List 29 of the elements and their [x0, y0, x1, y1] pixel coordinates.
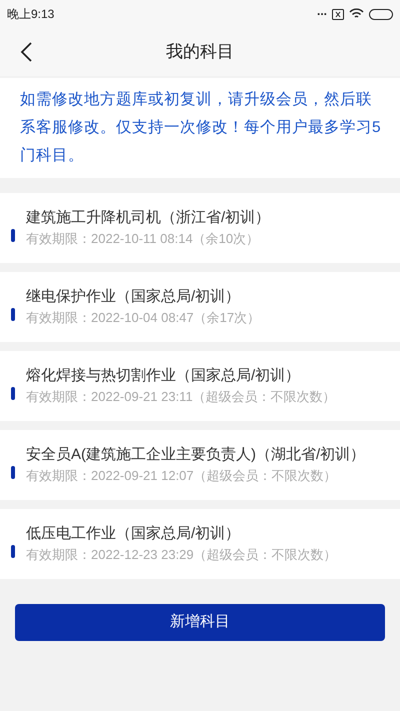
validity-text: 有效期限：2022-10-11 08:14（余10次） [26, 230, 260, 248]
validity-text: 有效期限：2022-09-21 12:07（超级会员：不限次数） [26, 467, 338, 485]
subject-item[interactable]: 熔化焊接与热切割作业（国家总局/初训） 有效期限：2022-09-21 23:11（超级会员：不限次数） [0, 351, 400, 421]
marker-bar [11, 466, 15, 478]
subject-item[interactable]: 安全员A(建筑施工企业主要负责人)（湖北省/初训） 有效期限：2022-09-21 12:07（超级会员：不限次数） [0, 430, 400, 500]
marker-bar [11, 308, 15, 320]
subject-item[interactable]: 继电保护作业（国家总局/初训） 有效期限：2022-10-04 08:47（余17次） [0, 272, 400, 342]
more-indicator: ... [316, 5, 327, 17]
subject-item[interactable]: 低压电工作业（国家总局/初训） 有效期限：2022-12-23 23:29（超级会员：不限次数） [0, 509, 400, 579]
subject-item[interactable]: 建筑施工升降机司机（浙江省/初训） 有效期限：2022-10-11 08:14（余10次） [0, 193, 400, 263]
subject-title: 继电保护作业（国家总局/初训） [26, 287, 242, 307]
marker-bar [11, 386, 15, 400]
subject-title: 熔化焊接与热切割作业（国家总局/初训） [26, 366, 302, 386]
validity-text: 有效期限：2022-12-23 23:29（超级会员：不限次数） [26, 546, 337, 564]
page-title: 我的科目 [166, 41, 234, 64]
validity-text: 有效期限：2022-10-04 08:47（余17次） [26, 309, 260, 327]
sim-off-icon [332, 8, 344, 20]
validity-text: 有效期限：2022-09-21 23:11（超级会员：不限次数） [26, 388, 336, 406]
subject-title: 安全员A(建筑施工企业主要负责人)（湖北省/初训） [26, 445, 366, 465]
back-icon [20, 42, 32, 62]
marker-bar [11, 544, 15, 558]
marker-bar [11, 228, 15, 242]
notice-text: 如需修改地方题库或初复训，请升级会员，然后联系客服修改。仅支持一次修改！每个用户最多学习5门科目。 [20, 90, 382, 166]
add-subject-button[interactable]: 新增科目 [15, 604, 385, 641]
battery-icon [369, 8, 393, 20]
wifi-icon [349, 8, 364, 20]
status-time: 晚上9:13 [7, 6, 54, 23]
subject-title: 建筑施工升降机司机（浙江省/初训） [26, 208, 270, 228]
subject-title: 低压电工作业（国家总局/初训） [26, 524, 242, 544]
